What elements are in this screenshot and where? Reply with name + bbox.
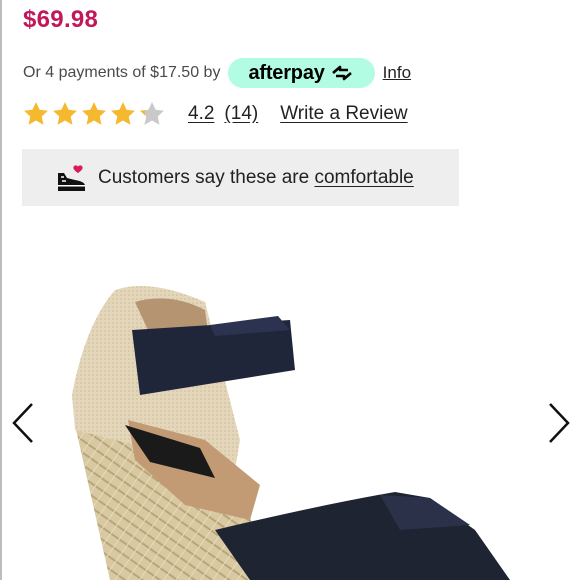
star-rating (22, 100, 166, 128)
afterpay-row: Or 4 payments of $17.50 by afterpay Info (23, 58, 411, 88)
chevron-right-icon[interactable] (540, 398, 576, 448)
afterpay-badge[interactable]: afterpay (228, 58, 375, 88)
review-count-link[interactable]: (14) (224, 103, 258, 125)
comfort-text: Customers say these are (98, 166, 310, 188)
star-full-icon (82, 102, 106, 125)
rating-row: 4.2 (14) Write a Review (22, 98, 408, 130)
write-review-link[interactable]: Write a Review (280, 103, 407, 125)
star-full-icon (53, 102, 77, 125)
comfort-message: Customers say these are comfortable (98, 167, 414, 189)
afterpay-installments-text: Or 4 payments of $17.50 by (23, 64, 221, 81)
star-full-icon (24, 102, 48, 125)
chevron-left-icon[interactable] (6, 398, 42, 448)
product-price: $69.98 (23, 6, 99, 33)
star-full-icon (111, 102, 135, 125)
afterpay-logo-icon (331, 65, 352, 81)
rating-value-link[interactable]: 4.2 (188, 103, 214, 125)
afterpay-brand: afterpay (248, 61, 325, 84)
comfort-banner: Customers say these are comfortable (22, 149, 459, 206)
star-partial-icon (140, 102, 164, 125)
sneaker-heart-icon (58, 164, 85, 191)
comfortable-link[interactable]: comfortable (314, 167, 413, 188)
afterpay-info-link[interactable]: Info (383, 63, 411, 83)
product-photo (72, 286, 510, 580)
